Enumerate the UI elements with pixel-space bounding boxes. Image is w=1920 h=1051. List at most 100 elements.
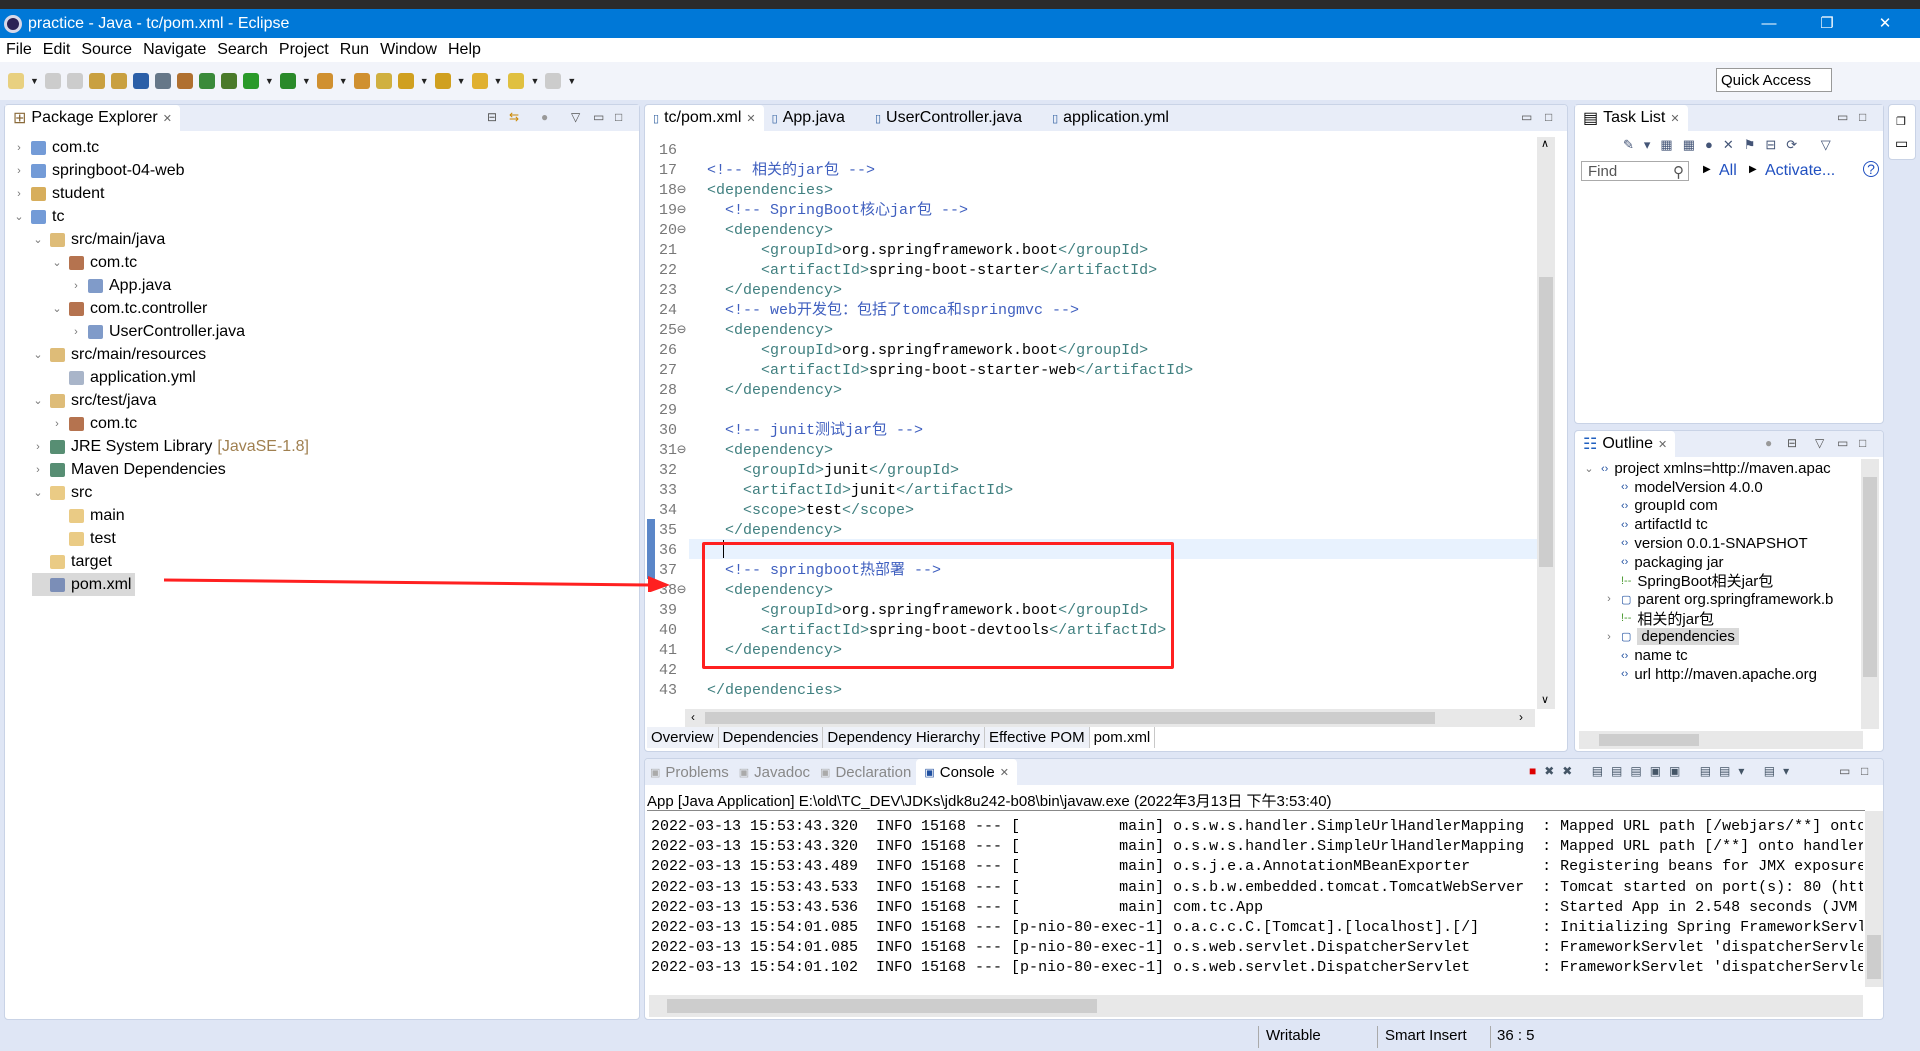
vertical-scrollbar[interactable]: ∧ ∨	[1537, 137, 1555, 709]
tab-console[interactable]: ▣ Console ✕	[916, 759, 1017, 785]
dropdown-arrow-icon[interactable]: ▼	[30, 76, 39, 86]
tab-outline[interactable]: ☷ Outline ✕	[1575, 431, 1676, 457]
outline-item[interactable]: ‹› packaging jar	[1603, 553, 1724, 572]
all-link[interactable]: All	[1719, 162, 1737, 180]
chevron-right-icon[interactable]: ›	[13, 165, 25, 177]
tab-dependencies[interactable]: Dependencies	[718, 727, 824, 748]
tree-item[interactable]: target	[32, 550, 112, 573]
outline-item[interactable]: !-- 相关的jar包	[1603, 609, 1714, 628]
tree-item[interactable]: ⌄ src	[32, 481, 92, 504]
outline-horizontal-scrollbar[interactable]	[1579, 731, 1863, 749]
minimize-icon[interactable]: ▭	[1839, 764, 1850, 778]
tree-item[interactable]: ⌄ src/test/java	[32, 389, 156, 412]
dropdown-arrow-icon[interactable]: ▼	[302, 76, 311, 86]
chevron-down-icon[interactable]: ⌄	[32, 394, 44, 407]
tab-app-java[interactable]: ▯ App.java	[764, 105, 853, 131]
chevron-right-icon[interactable]: ›	[1603, 593, 1615, 605]
task-list-toolbar[interactable]: ✎▾▦▦●✕⚑⊟⟳ ▽	[1623, 137, 1841, 153]
menu-edit[interactable]: Edit	[43, 41, 71, 59]
close-button[interactable]: ✕	[1862, 9, 1908, 38]
chevron-down-icon[interactable]: ⌄	[13, 210, 25, 223]
tree-item[interactable]: ⌄ src/main/resources	[32, 343, 206, 366]
maximize-icon[interactable]: □	[1859, 436, 1866, 450]
toolbar-icon[interactable]	[66, 73, 83, 89]
menu-search[interactable]: Search	[217, 41, 268, 59]
chevron-right-icon[interactable]: ›	[13, 188, 25, 200]
chevron-right-icon[interactable]: ›	[51, 418, 63, 430]
tree-item[interactable]: › App.java	[70, 274, 171, 297]
console-toolbar[interactable]: ■✖✖ ▤▤▤▣▣ ▤▤▾ ▤▾	[1529, 764, 1797, 778]
menu-source[interactable]: Source	[81, 41, 132, 59]
dropdown-arrow-icon[interactable]: ▼	[457, 76, 466, 86]
view-menu-icon[interactable]: ▽	[571, 110, 580, 124]
chevron-right-icon[interactable]: ›	[70, 326, 82, 338]
tree-item[interactable]: › Maven Dependencies	[32, 458, 226, 481]
toolbar-icon[interactable]	[8, 73, 24, 89]
tree-item[interactable]: › springboot-04-web	[13, 159, 184, 182]
tab-declaration[interactable]: ▣ Declaration	[815, 759, 916, 785]
toolbar-icon[interactable]	[353, 73, 370, 89]
tab-problems[interactable]: ▣ Problems	[645, 759, 734, 785]
link-with-editor-icon[interactable]: ⇆	[509, 110, 519, 124]
outline-item[interactable]: ‹› modelVersion 4.0.0	[1603, 478, 1763, 497]
outline-vertical-scrollbar[interactable]	[1861, 459, 1879, 729]
minimize-button[interactable]: —	[1746, 9, 1792, 38]
minimize-icon[interactable]: ▭	[593, 110, 604, 124]
toolbar-icon[interactable]	[132, 73, 149, 89]
close-icon[interactable]: ✕	[1670, 112, 1679, 125]
tab-application-yml[interactable]: ▯ application.yml	[1044, 105, 1177, 131]
chevron-right-icon[interactable]: ›	[32, 464, 44, 476]
outline-item[interactable]: ‹› url http://maven.apache.org	[1603, 665, 1817, 684]
toolbar-icon[interactable]	[88, 73, 105, 89]
view-menu-icon[interactable]: ▽	[1815, 436, 1824, 450]
tree-item[interactable]: › com.tc	[13, 136, 99, 159]
dropdown-arrow-icon[interactable]: ▼	[265, 76, 274, 86]
menu-project[interactable]: Project	[279, 41, 329, 59]
collapse-all-icon[interactable]: ⊟	[1787, 436, 1797, 450]
horizontal-scrollbar[interactable]: ‹ ›	[685, 709, 1535, 727]
tree-item[interactable]: main	[51, 504, 125, 527]
toolbar-icon[interactable]	[242, 73, 259, 89]
outline-item[interactable]: ‹› groupId com	[1603, 496, 1718, 515]
chevron-right-icon[interactable]: ›	[1603, 631, 1615, 643]
minimize-icon[interactable]: ▭	[1837, 110, 1848, 124]
tab-pom-xml[interactable]: pom.xml	[1089, 727, 1156, 748]
menu-file[interactable]: File	[6, 41, 32, 59]
toolbar-icon[interactable]	[110, 73, 127, 89]
view-icon[interactable]: ▭	[1895, 135, 1908, 152]
dropdown-arrow-icon[interactable]: ▼	[567, 76, 576, 86]
activate-link[interactable]: Activate...	[1765, 162, 1835, 180]
tree-item[interactable]: › student	[13, 182, 104, 205]
menu-navigate[interactable]: Navigate	[143, 41, 206, 59]
chevron-down-icon[interactable]: ⌄	[32, 233, 44, 246]
tree-item[interactable]: ⌄ tc	[13, 205, 64, 228]
menu-window[interactable]: Window	[380, 41, 437, 59]
dropdown-arrow-icon[interactable]: ▼	[530, 76, 539, 86]
toolbar-icon[interactable]	[279, 73, 296, 89]
console-output[interactable]: 2022-03-13 15:53:43.320 INFO 15168 --- […	[645, 817, 1863, 987]
quick-access-field[interactable]: Quick Access	[1716, 68, 1832, 92]
chevron-down-icon[interactable]: ⌄	[51, 256, 63, 269]
chevron-right-icon[interactable]: ›	[32, 441, 44, 453]
chevron-down-icon[interactable]: ⌄	[32, 486, 44, 499]
outline-item[interactable]: ‹› artifactId tc	[1603, 515, 1708, 534]
close-icon[interactable]: ✕	[746, 112, 755, 125]
tab-javadoc[interactable]: ▣ Javadoc	[734, 759, 815, 785]
help-icon[interactable]: ?	[1863, 161, 1879, 177]
tree-item[interactable]: › JRE System Library [JavaSE-1.8]	[32, 435, 309, 458]
focus-icon[interactable]: ●	[1765, 436, 1772, 450]
tab-task-list[interactable]: ▤ Task List ✕	[1575, 105, 1688, 131]
toolbar-icon[interactable]	[397, 73, 414, 89]
menu-run[interactable]: Run	[340, 41, 369, 59]
close-icon[interactable]: ✕	[1000, 766, 1009, 779]
toolbar-icon[interactable]	[508, 73, 525, 89]
minimize-icon[interactable]: ▭	[1521, 110, 1532, 124]
tree-item[interactable]: ⌄ com.tc	[51, 251, 137, 274]
maximize-icon[interactable]: □	[1861, 764, 1868, 778]
focus-icon[interactable]: ●	[541, 110, 548, 124]
outline-item[interactable]: ⌄ ‹› project xmlns=http://maven.apac	[1583, 459, 1830, 478]
dropdown-arrow-icon[interactable]: ▼	[339, 76, 348, 86]
chevron-right-icon[interactable]: ›	[13, 142, 25, 154]
outline-item[interactable]: › ▢ dependencies	[1603, 627, 1739, 646]
toolbar-icon[interactable]	[198, 73, 215, 89]
